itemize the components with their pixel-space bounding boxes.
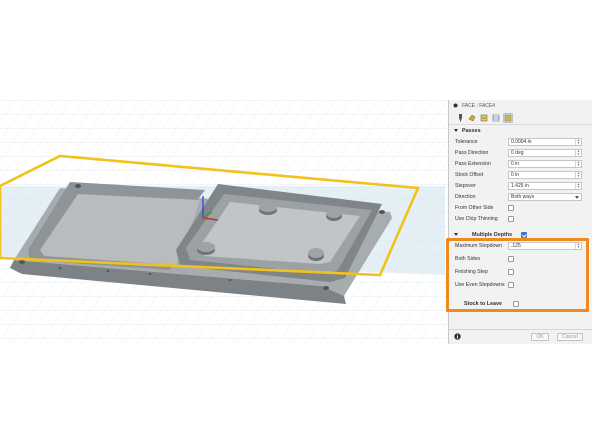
cancel-button[interactable]: Cancel [557,333,583,341]
stepover-input[interactable]: 1.425 in ▴ ▾ [508,181,582,190]
multiple-depths-title: Multiple Depths [472,231,513,238]
spinner-icon[interactable]: ▴ ▾ [575,171,581,178]
tolerance-row: Tolerance 0.0004 in ▴ ▾ [449,136,592,147]
direction-row: Direction Both ways [449,191,592,202]
panel-footer: OK Cancel [449,329,592,344]
panel-title: FACE : FACE4 [462,102,496,109]
panel-titlebar: FACE : FACE4 [449,100,592,111]
canvas-viewport[interactable] [0,100,448,344]
direction-label: Direction [455,193,476,200]
spinner-icon[interactable]: ▴ ▾ [575,182,581,189]
stock-offset-label: Stock Offset [455,171,484,178]
spinner-icon[interactable]: ▴ ▾ [575,160,581,167]
stock-offset-row: Stock Offset 0 in ▴ ▾ [449,169,592,180]
from-other-side-row: From Other Side [449,202,592,213]
operation-icon [453,103,458,108]
direction-select[interactable]: Both ways [508,192,582,201]
stepover-row: Stepover 1.425 in ▴ ▾ [449,180,592,191]
passes-tab-icon[interactable] [491,113,501,123]
from-other-side-label: From Other Side [455,204,494,211]
collapse-triangle-icon[interactable] [454,233,458,236]
pass-direction-label: Pass Direction [455,149,489,156]
chevron-down-icon [575,195,579,199]
spinner-icon[interactable]: ▴ ▾ [575,149,581,156]
ok-button[interactable]: OK [531,333,549,341]
heights-tab-icon[interactable] [479,113,489,123]
tolerance-label: Tolerance [455,138,478,145]
collapse-triangle-icon[interactable] [454,129,458,132]
info-icon[interactable] [454,333,461,340]
multiple-depths-checkbox[interactable] [521,231,527,238]
chip-thinning-label: Use Chip Thinning [455,215,498,222]
pass-extension-input[interactable]: 0 in ▴ ▾ [508,159,582,168]
geometry-tab-icon[interactable] [467,113,477,123]
chip-thinning-row: Use Chip Thinning [449,213,592,224]
stock-offset-input[interactable]: 0 in ▴ ▾ [508,170,582,179]
linking-tab-icon[interactable] [503,112,513,123]
passes-section-header[interactable]: Passes [449,125,592,136]
pass-extension-label: Pass Extension [455,160,491,167]
pass-direction-row: Pass Direction 0 deg ▴ ▾ [449,147,592,158]
tolerance-input[interactable]: 0.0004 in ▴ ▾ [508,137,582,146]
pass-direction-input[interactable]: 0 deg ▴ ▾ [508,148,582,157]
highlight-annotation-box [446,238,589,312]
tool-tab-icon[interactable] [455,113,465,123]
chip-thinning-checkbox[interactable] [508,215,514,222]
pass-extension-row: Pass Extension 0 in ▴ ▾ [449,158,592,169]
stepover-label: Stepover [455,182,476,189]
operation-tabs [449,111,592,125]
passes-section-title: Passes [462,127,481,134]
spinner-icon[interactable]: ▴ ▾ [575,138,581,145]
from-other-side-checkbox[interactable] [508,204,514,211]
